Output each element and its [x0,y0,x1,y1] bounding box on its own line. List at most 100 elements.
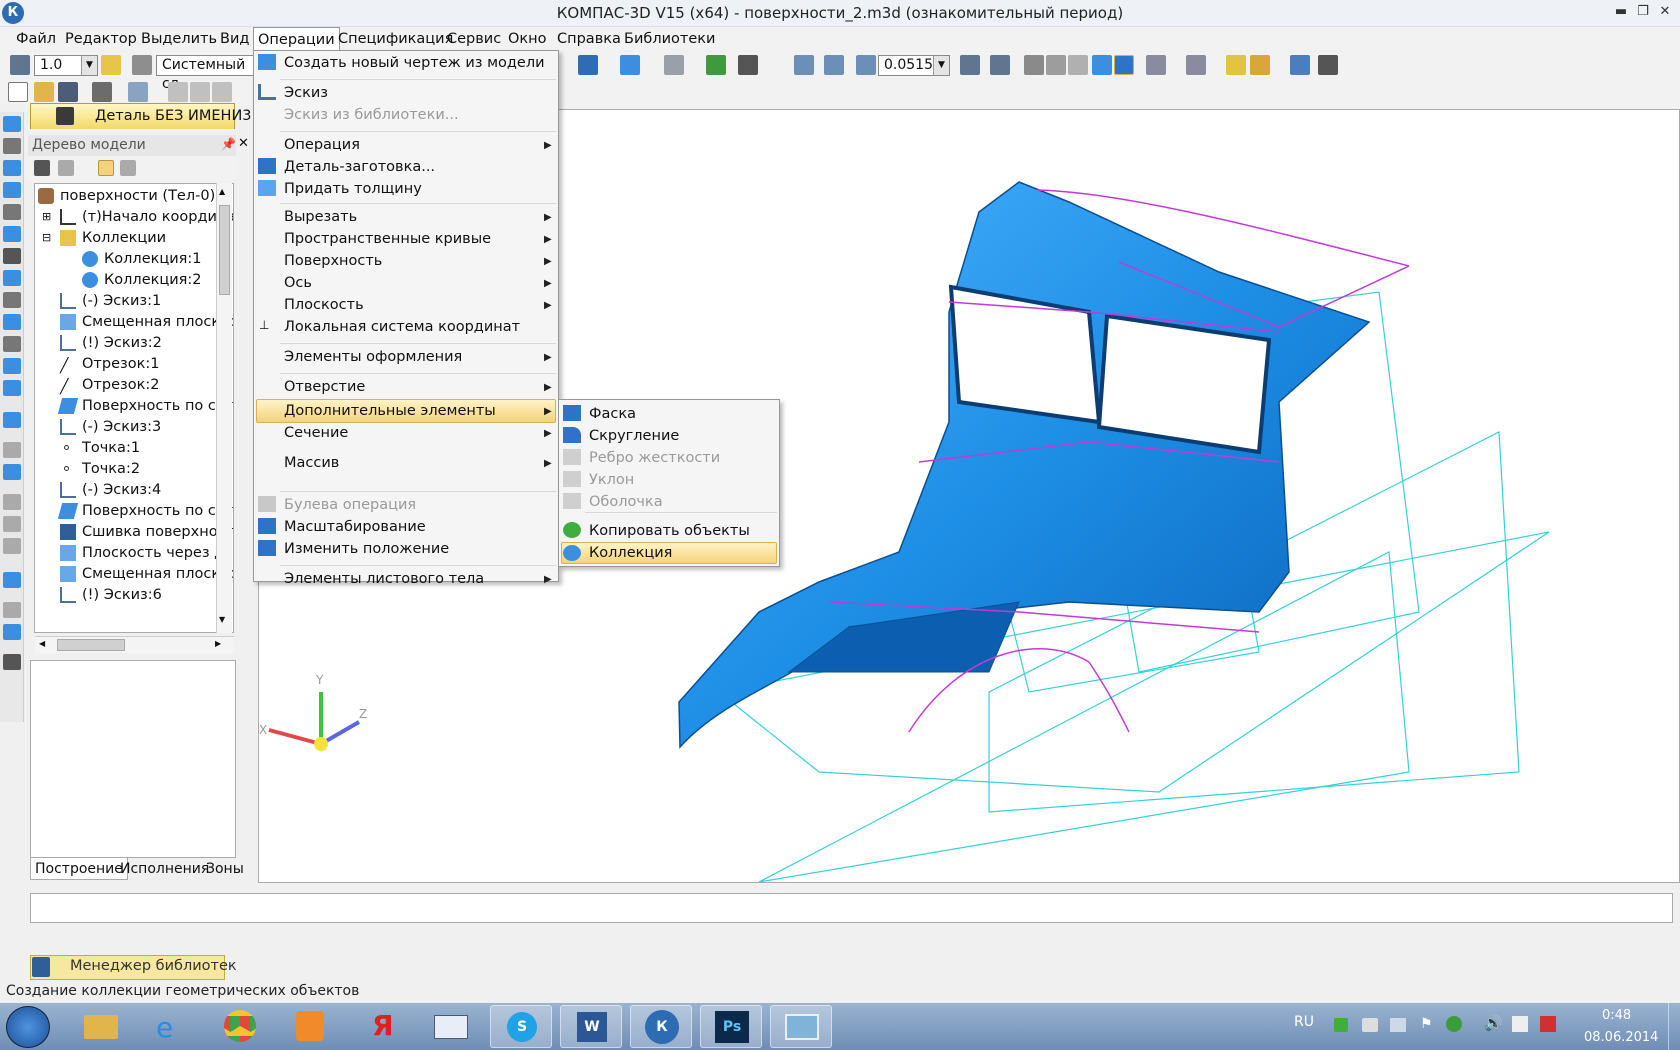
edit-model-icon[interactable] [3,358,21,374]
tree-view-alt-icon[interactable] [120,160,136,176]
hidden-lines-icon[interactable] [1046,55,1066,75]
tab-zones[interactable]: Зоны [202,858,248,880]
draft-tool-icon[interactable] [3,516,21,532]
tree-item[interactable]: ⊟ Коллекции [38,228,166,248]
filter-icon[interactable] [1146,55,1166,75]
tree-item[interactable]: Смещенная плоскос [60,564,233,584]
tree-horizontal-scrollbar[interactable]: ◀ ▶ [35,636,234,653]
scale-tool-icon[interactable] [3,572,21,588]
menuitem-chamfer[interactable]: Фаска [589,403,636,425]
menuitem-rib[interactable]: Ребро жесткости [589,447,720,469]
menuitem-section[interactable]: Сечение [284,422,348,444]
save-icon[interactable] [58,82,78,102]
copy-icon[interactable] [190,82,210,102]
menuitem-sheet-metal[interactable]: Элементы листового тела [284,568,484,590]
boolean-tool-icon[interactable] [3,538,21,554]
yandex-app[interactable]: Я [350,1005,412,1048]
model-tools-icon[interactable] [3,116,21,132]
acrobat-icon[interactable] [1540,1016,1556,1032]
tree-scroll-thumb[interactable] [219,205,230,295]
restore-icon[interactable]: ❐ [1634,4,1652,20]
disabled-tool-icon[interactable] [3,442,21,458]
tree-item[interactable]: ╱ Отрезок:1 [60,354,159,374]
menu-select[interactable]: Выделить [137,27,221,51]
snap-icon[interactable] [10,55,30,75]
scroll-up-icon[interactable]: ▲ [219,187,225,196]
menu-editor[interactable]: Редактор [61,27,141,51]
menuitem-thicken[interactable]: Придать толщину [284,178,422,200]
menu-help[interactable]: Справка [553,27,625,51]
arrays-icon[interactable] [3,182,21,198]
printer-icon[interactable] [1362,1018,1378,1032]
pin-icon[interactable]: 📌 [221,137,236,151]
lighting-icon[interactable] [1250,55,1270,75]
menuitem-shell[interactable]: Оболочка [589,491,663,513]
cut-icon[interactable] [168,82,188,102]
tree-item[interactable]: Поверхность по сет [57,396,233,416]
menuitem-axis[interactable]: Ось [284,272,312,294]
collapse-icon[interactable]: ⊟ [42,228,51,248]
explorer-app[interactable] [70,1005,132,1048]
zoom-in-icon[interactable] [856,55,876,75]
layer-combo[interactable]: Системный сл [156,55,256,92]
skype-app[interactable]: S [490,1005,552,1048]
sheet-metal-icon[interactable] [3,270,21,286]
close-panel-icon[interactable]: ✕ [238,136,249,151]
curves-icon[interactable] [3,138,21,154]
scroll-right-icon[interactable]: ▶ [215,639,221,648]
menuitem-draft[interactable]: Уклон [589,469,634,491]
media-app[interactable] [280,1005,342,1048]
library-tool-icon[interactable] [3,654,21,670]
new-file-icon[interactable] [8,82,28,102]
collection-tool-icon[interactable] [3,412,21,428]
preview-icon[interactable] [128,82,148,102]
aux-geometry-icon[interactable] [3,204,21,220]
tree-item[interactable]: (-) Эскиз:3 [60,417,161,437]
halftone-icon[interactable] [1092,55,1112,75]
shading-icon[interactable] [620,55,640,75]
select-filter-icon[interactable] [1186,55,1206,75]
menuitem-fillet[interactable]: Скругление [589,425,679,447]
minimize-icon[interactable]: ▬ [1612,4,1630,20]
tree-item[interactable]: поверхности (Тел-0) [38,186,215,206]
tree-item[interactable]: (!) Эскиз:2 [60,333,162,353]
tree-item[interactable]: ╱ Отрезок:2 [60,375,159,395]
rotate-icon[interactable] [960,55,980,75]
mail-app[interactable] [420,1005,482,1048]
show-desktop-button[interactable] [1668,1003,1680,1050]
menuitem-surface[interactable]: Поверхность [284,250,382,272]
tree-item[interactable]: Коллекция:1 [60,249,202,269]
rebuild-icon[interactable] [706,55,726,75]
thin-lines-icon[interactable] [1068,55,1088,75]
tree-view-icon[interactable] [98,160,114,176]
tree-item[interactable]: (!) Эскиз:6 [60,585,162,605]
perspective-icon[interactable] [664,55,684,75]
rib-tool-icon[interactable] [3,494,21,510]
menuitem-operation[interactable]: Операция [284,134,360,156]
shell-tool-icon[interactable] [3,464,21,480]
chevron-down-icon[interactable]: ▼ [933,56,949,75]
tree-item[interactable]: Смещенная плоскос [60,312,233,332]
tree-item[interactable]: Плоскость через два [60,543,233,563]
menuitem-local-cs[interactable]: Локальная система координат [284,316,520,338]
tree-mode-icon[interactable] [58,160,74,176]
clock-time[interactable]: 0:48 [1602,1008,1631,1023]
tab-versions[interactable]: Исполнения [116,858,213,880]
zoom-combo[interactable]: 0.0515 ▼ [878,55,950,76]
tree-item[interactable]: Поверхность по сет [57,501,233,521]
layer-icon[interactable] [132,55,152,75]
menuitem-change-position[interactable]: Изменить положение [284,538,449,560]
language-indicator[interactable]: RU [1294,1014,1314,1030]
zoom-fit-icon[interactable] [824,55,844,75]
flag-icon[interactable]: ⚑ [1420,1016,1433,1032]
tab-build[interactable]: Построение [30,858,128,880]
tree-structure-icon[interactable] [34,160,50,176]
update-icon[interactable] [1446,1016,1462,1032]
tree-item[interactable]: (-) Эскиз:1 [60,291,161,311]
chevron-down-icon[interactable]: ▼ [81,56,97,75]
menu-specification[interactable]: Спецификация [334,27,457,51]
ortho-icon[interactable] [101,55,121,75]
tree-hscroll-thumb[interactable] [57,639,125,651]
menuitem-boolean[interactable]: Булева операция [284,494,416,516]
word-app[interactable]: W [560,1005,622,1048]
